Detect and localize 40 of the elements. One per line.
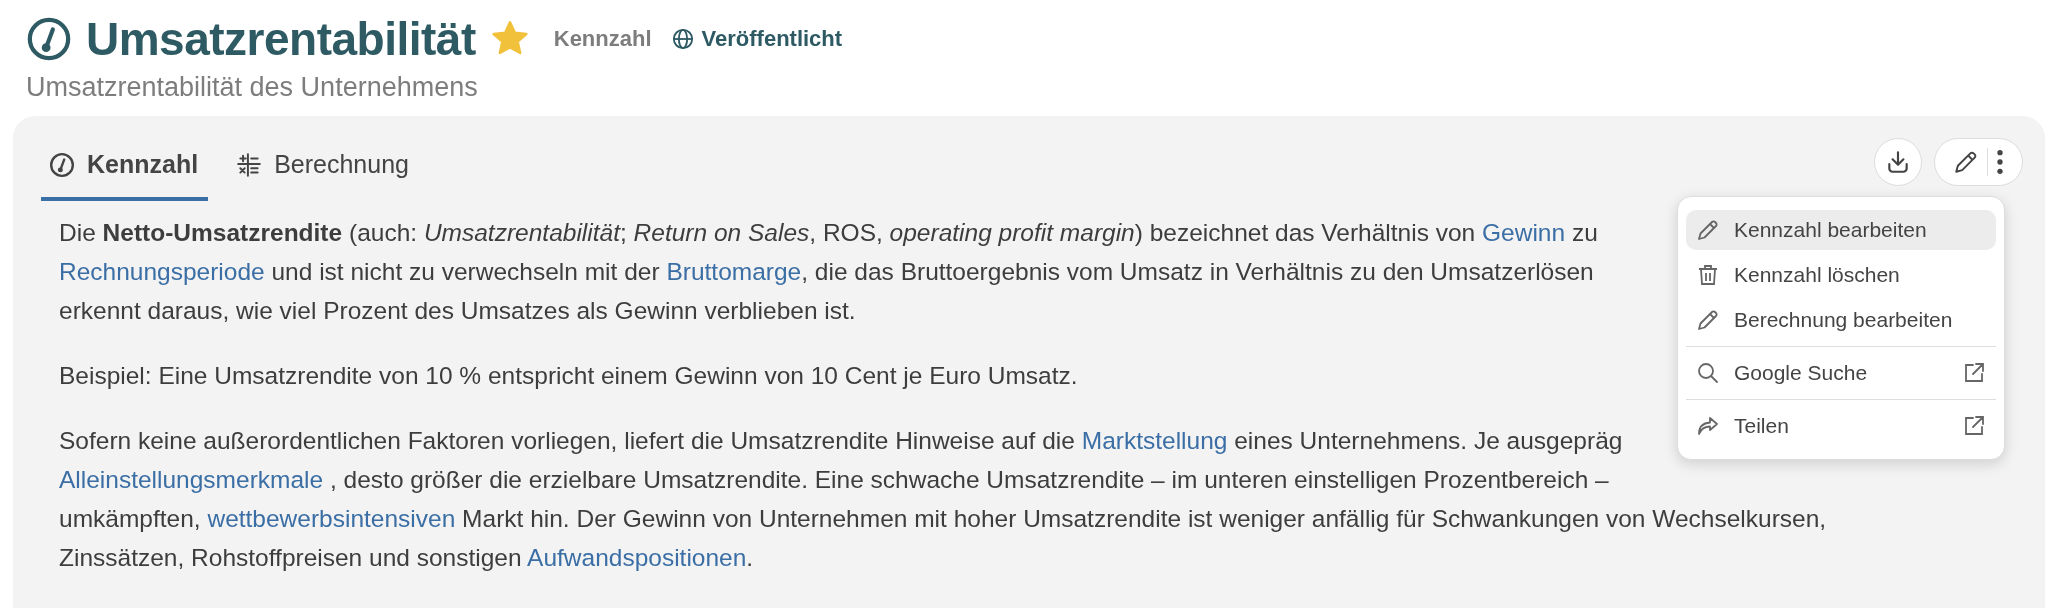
globe-icon [671,28,694,50]
text-line: Die Netto-Umsatzrendite (auch: Umsatzrentabilität; Return on Sales, ROS, operating profit margin) bezeichnet das Verhältnis von Gewinn zu [59,218,1598,248]
menu-item[interactable]: Google Suche [1686,353,1996,393]
tab[interactable]: Berechnung [228,138,419,201]
menu-item[interactable]: Kennzahl löschen [1686,255,1996,295]
external-link-icon [1962,414,1986,438]
text-link[interactable]: Alleinstellungsmerkmale [59,466,324,493]
pencil-icon [1952,149,1979,175]
text-link[interactable]: Marktstellung [1081,427,1228,454]
subtitle: Umsatzrentabilität des Unternehmens [26,72,479,103]
menu-item[interactable]: Berechnung bearbeiten [1686,300,1996,340]
text-line: umkämpften, wettbewerbsintensiven Markt hin. Der Gewinn von Unternehmen mit hoher Umsatzrendite ist weniger anfällig für Schwankungen von Wechselkursen, [59,504,1827,534]
menu-item[interactable]: Teilen [1686,406,1996,446]
status-label: Veröffentlicht [701,26,843,52]
page-title: Umsatzrentabilität [86,12,476,66]
text-line: Rechnungsperiode und ist nicht zu verwechseln mit der Bruttomarge, die das Bruttoergebnis vom Umsatz in Verhältnis zu den Umsatzerlösen [59,257,1594,287]
pencil-icon [1696,308,1720,332]
calculator-icon [236,151,263,178]
share-icon [1696,414,1720,438]
trash-icon [1696,263,1720,287]
download-button[interactable] [1873,138,1922,186]
text-link[interactable]: wettbewerbsintensiven [207,505,456,532]
external-link-icon [1962,361,1986,385]
search-icon [1696,361,1720,385]
text-line: Alleinstellungsmerkmale , desto größer die erzielbare Umsatzrendite. Eine schwache Umsatzrendite – im unteren einstelligen Prozentbereich – [59,465,1609,495]
text-link[interactable]: Bruttomarge [666,258,802,285]
text-line: Beispiel: Eine Umsatzrendite von 10 % entspricht einem Gewinn von 10 Cent je Euro Umsatz. [59,361,1078,391]
text-line: Sofern keine außerordentlichen Faktoren vorliegen, liefert die Umsatzrendite Hinweise auf die Marktstellung eines Unternehmens. Je ausgepräg [59,426,1623,456]
pencil-icon [1696,218,1720,242]
text-link[interactable]: Rechnungsperiode [59,258,265,285]
gauge-icon [26,16,72,62]
text-line: erkennt daraus, wie viel Prozent des Umsatzes als Gewinn verblieben ist. [59,296,856,326]
text-link[interactable]: Aufwandspositionen [527,544,747,571]
text-link[interactable]: Gewinn [1482,219,1566,246]
text-line: Zinssätzen, Rohstoffpreisen und sonstigen Aufwandspositionen. [59,543,754,573]
type-label: Kennzahl [553,26,652,52]
gauge-icon [49,151,75,178]
menu-item[interactable]: Kennzahl bearbeiten [1686,210,1996,250]
tab[interactable]: Kennzahl [41,138,209,201]
more-icon [1996,150,2004,174]
